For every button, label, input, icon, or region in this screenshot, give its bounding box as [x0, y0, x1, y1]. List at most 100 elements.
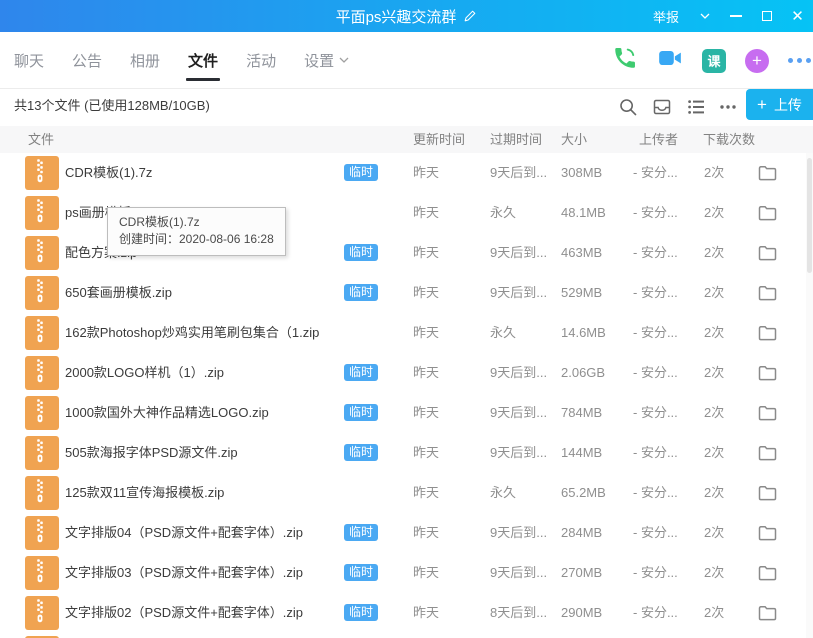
scrollbar-thumb[interactable]: [807, 158, 812, 273]
report-chevron-down-icon[interactable]: [689, 0, 720, 32]
group-action-icons: 课 +: [612, 32, 813, 89]
report-button[interactable]: 举报: [653, 7, 679, 26]
folder-action-button[interactable]: [758, 484, 777, 501]
table-row[interactable]: 2000款LOGO样机（1）.zip 临时 昨天 9天后到... 2.06GB …: [0, 353, 813, 393]
temp-badge: 临时: [344, 364, 378, 381]
tab-announcement[interactable]: 公告: [58, 32, 116, 88]
table-row[interactable]: 文字排版02（PSD源文件+配套字体）.zip 临时 昨天 8天后到... 29…: [0, 593, 813, 633]
more-apps-button[interactable]: [788, 58, 811, 63]
file-downloads: 2次: [704, 313, 724, 353]
search-icon: [618, 97, 638, 117]
plus-icon: +: [752, 51, 762, 71]
folder-action-button[interactable]: [758, 364, 777, 381]
class-app-button[interactable]: 课: [702, 49, 726, 73]
file-name[interactable]: CDR模板(1).7z: [65, 153, 152, 193]
folder-action-button[interactable]: [758, 404, 777, 421]
file-name[interactable]: 650套画册模板.zip: [65, 273, 172, 313]
file-size: 65.2MB: [561, 473, 606, 513]
column-file: 文件: [28, 126, 54, 153]
add-app-button[interactable]: +: [745, 49, 769, 73]
upload-button[interactable]: + 上传: [746, 89, 813, 120]
table-row[interactable]: 505款海报字体PSD源文件.zip 临时 昨天 9天后到... 144MB -…: [0, 433, 813, 473]
tab-activity[interactable]: 活动: [232, 32, 290, 88]
group-file-window: 平面ps兴趣交流群 举报 ✕ 聊天 公告 相册 文件 活动 设置: [0, 0, 813, 638]
file-expiry: 9天后到...: [490, 433, 547, 473]
file-uploader: - 安分...: [633, 473, 678, 513]
table-row[interactable]: 162款Photoshop炒鸡实用笔刷包集合（1.zip 昨天 永久 14.6M…: [0, 313, 813, 353]
table-row[interactable]: 1000款国外大神作品精选LOGO.zip 临时 昨天 9天后到... 784M…: [0, 393, 813, 433]
file-size: 290MB: [561, 593, 602, 633]
folder-icon: [758, 364, 777, 381]
folder-action-button[interactable]: [758, 564, 777, 581]
folder-action-button[interactable]: [758, 204, 777, 221]
folder-action-button[interactable]: [758, 324, 777, 341]
table-row[interactable]: 文字排版03（PSD源文件+配套字体）.zip 临时 昨天 9天后到... 27…: [0, 553, 813, 593]
file-expiry: 永久: [490, 313, 516, 353]
zip-file-icon: [25, 196, 59, 230]
table-row[interactable]: 临时: [0, 633, 813, 638]
tab-chat[interactable]: 聊天: [14, 32, 58, 88]
file-name[interactable]: 文字排版03（PSD源文件+配套字体）.zip: [65, 553, 303, 593]
temp-badge: 临时: [344, 404, 378, 421]
more-actions-button[interactable]: [717, 96, 739, 118]
folder-action-button[interactable]: [758, 444, 777, 461]
file-downloads: 2次: [704, 193, 724, 233]
file-size: 308MB: [561, 153, 602, 193]
file-updated: 昨天: [413, 353, 439, 393]
file-expiry: 永久: [490, 193, 516, 233]
file-downloads: 2次: [704, 433, 724, 473]
folder-action-button[interactable]: [758, 524, 777, 541]
file-name[interactable]: 2000款LOGO样机（1）.zip: [65, 353, 224, 393]
scrollbar-track[interactable]: [806, 153, 813, 638]
folder-action-button[interactable]: [758, 164, 777, 181]
file-name[interactable]: 162款Photoshop炒鸡实用笔刷包集合（1.zip: [65, 313, 319, 353]
edit-title-icon[interactable]: [463, 9, 477, 23]
voice-call-button[interactable]: [612, 45, 638, 76]
maximize-button[interactable]: [751, 0, 782, 32]
temp-badge: 临时: [344, 164, 378, 181]
file-updated: 昨天: [413, 553, 439, 593]
file-downloads: 2次: [704, 553, 724, 593]
folder-action-button[interactable]: [758, 604, 777, 621]
video-call-button[interactable]: [657, 45, 683, 76]
file-updated: 昨天: [413, 433, 439, 473]
upload-button-label: 上传: [774, 95, 802, 115]
table-row[interactable]: 650套画册模板.zip 临时 昨天 9天后到... 529MB - 安分...…: [0, 273, 813, 313]
tab-files[interactable]: 文件: [174, 32, 232, 88]
file-name[interactable]: 505款海报字体PSD源文件.zip: [65, 433, 238, 473]
list-view-button[interactable]: [685, 96, 707, 118]
folder-action-button[interactable]: [758, 244, 777, 261]
file-updated: 昨天: [413, 153, 439, 193]
file-updated: 昨天: [413, 393, 439, 433]
minimize-button[interactable]: [720, 0, 751, 32]
table-row[interactable]: 文字排版04（PSD源文件+配套字体）.zip 临时 昨天 9天后到... 28…: [0, 513, 813, 553]
tab-album[interactable]: 相册: [116, 32, 174, 88]
ellipsis-icon: [806, 58, 811, 63]
zip-file-icon: [25, 356, 59, 390]
file-expiry: 永久: [490, 473, 516, 513]
table-row[interactable]: 125款双11宣传海报模板.zip 昨天 永久 65.2MB - 安分... 2…: [0, 473, 813, 513]
file-name[interactable]: 1000款国外大神作品精选LOGO.zip: [65, 393, 269, 433]
file-downloads: 2次: [704, 153, 724, 193]
file-downloads: 2次: [704, 513, 724, 553]
file-name[interactable]: 125款双11宣传海报模板.zip: [65, 473, 224, 513]
file-name[interactable]: 文字排版02（PSD源文件+配套字体）.zip: [65, 593, 303, 633]
file-name[interactable]: 文字排版04（PSD源文件+配套字体）.zip: [65, 513, 303, 553]
file-uploader: - 安分...: [633, 513, 678, 553]
temp-badge: 临时: [344, 284, 378, 301]
maximize-icon: [762, 11, 772, 21]
group-title: 平面ps兴趣交流群: [336, 6, 457, 27]
table-row[interactable]: CDR模板(1).7z 临时 昨天 9天后到... 308MB - 安分... …: [0, 153, 813, 193]
search-button[interactable]: [617, 96, 639, 118]
file-updated: 昨天: [413, 193, 439, 233]
folder-action-button[interactable]: [758, 284, 777, 301]
table-header: 文件 更新时间 过期时间 大小 上传者 下载次数: [0, 126, 813, 153]
inbox-button[interactable]: [651, 96, 673, 118]
tab-label: 聊天: [14, 50, 44, 71]
close-button[interactable]: ✕: [782, 0, 813, 32]
plus-icon: +: [757, 96, 767, 113]
tab-settings[interactable]: 设置: [290, 32, 363, 88]
folder-icon: [758, 324, 777, 341]
ellipsis-icon: [718, 97, 738, 117]
file-toolbar: 共13个文件 (已使用128MB/10GB): [0, 89, 813, 126]
